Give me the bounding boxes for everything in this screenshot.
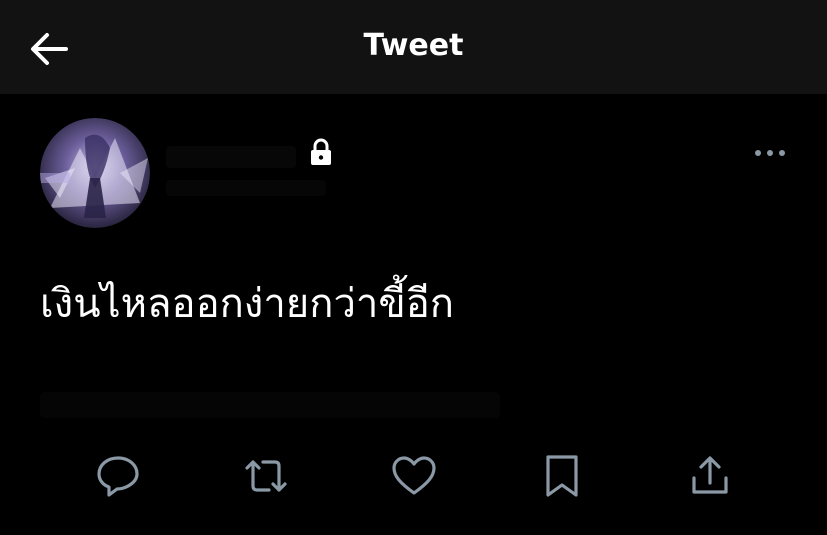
avatar-image [40,118,150,228]
page-title: Tweet [363,28,464,63]
redacted-username [166,180,326,196]
share-icon [692,456,728,494]
reply-icon [97,456,139,497]
top-bar: Tweet [0,0,827,94]
more-options-button[interactable] [752,140,788,166]
retweet-button[interactable] [242,452,290,500]
share-button[interactable] [686,452,734,500]
lock-icon [309,138,333,166]
redacted-display-name [166,146,296,168]
tweet-text: เงินไหลออกง่ายกว่าขี้อีก [40,281,454,327]
avatar[interactable] [40,118,150,228]
more-horizontal-icon [755,150,785,156]
bookmark-button[interactable] [538,452,586,500]
like-button[interactable] [390,452,438,500]
redacted-timestamp [40,392,500,418]
retweet-icon [245,460,287,492]
heart-icon [392,456,436,495]
reply-button[interactable] [94,452,142,500]
bookmark-icon [546,455,578,497]
